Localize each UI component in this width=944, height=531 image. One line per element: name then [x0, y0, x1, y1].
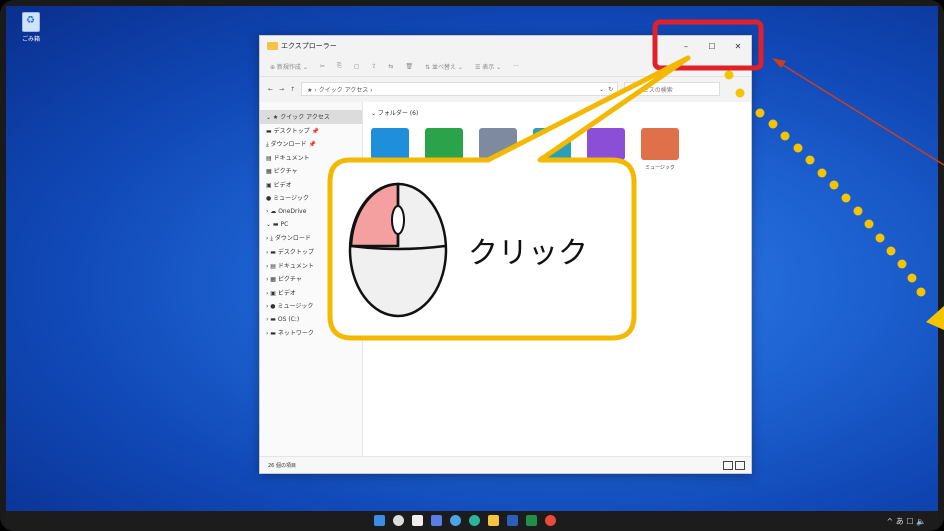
- title-bar[interactable]: エクスプローラー – ☐ ✕: [260, 36, 751, 56]
- command-button[interactable]: ▢: [354, 63, 360, 70]
- search-icon[interactable]: [393, 515, 404, 526]
- command-button[interactable]: ✂: [320, 63, 325, 70]
- nav-item[interactable]: › ▤ ドキュメント: [260, 259, 362, 273]
- minimize-button[interactable]: –: [673, 42, 699, 51]
- folder-tile[interactable]: [479, 128, 517, 160]
- chat-icon[interactable]: [450, 515, 461, 526]
- content-pane: ⌄ フォルダー (6) ミュージック: [363, 102, 751, 457]
- file-explorer-icon[interactable]: [488, 515, 499, 526]
- maximize-button[interactable]: ☐: [699, 42, 725, 51]
- search-input[interactable]: アクセスの検索: [624, 82, 721, 96]
- screen-frame: ごみ箱 エクスプローラー – ☐ ✕ ⊕ 新規作成 ⌄ ✂ ⎘ ▢ ⇪ ⇆ 🗑 ⇅ 並べ替え …: [0, 0, 944, 531]
- address-bar: ← → ↑ ★ › クイック アクセス › ⌄ ↻ アクセスの検索: [260, 77, 751, 101]
- task-view-icon[interactable]: [412, 515, 423, 526]
- nav-item[interactable]: ▤ ドキュメント: [260, 151, 362, 165]
- folders-group-header[interactable]: ⌄ フォルダー (6): [371, 108, 418, 117]
- close-button[interactable]: ✕: [725, 42, 751, 51]
- nav-item[interactable]: ⤓ ダウンロード 📌: [260, 137, 362, 151]
- details-view-icon[interactable]: [723, 460, 733, 470]
- address-dropdown[interactable]: ⌄: [599, 86, 604, 93]
- folder-label: ミュージック: [645, 165, 675, 171]
- callout-text: クリック: [468, 236, 588, 271]
- command-button[interactable]: ⊕ 新規作成 ⌄: [270, 62, 308, 71]
- nav-item[interactable]: ▬ デスクトップ 📌: [260, 124, 362, 138]
- edge-icon[interactable]: [469, 515, 480, 526]
- nav-item[interactable]: › ▦ ピクチャ: [260, 272, 362, 286]
- command-button[interactable]: ⇪: [371, 63, 376, 70]
- command-button[interactable]: ⎘: [337, 62, 342, 70]
- folder-icon: [267, 42, 278, 50]
- command-button[interactable]: ⇅ 並べ替え ⌄: [425, 62, 463, 71]
- up-button[interactable]: ↑: [290, 86, 295, 93]
- nav-item[interactable]: › ⤓ ダウンロード: [260, 232, 362, 246]
- nav-item[interactable]: › ▬ ネットワーク: [260, 326, 362, 340]
- folder-tile[interactable]: [533, 128, 571, 160]
- command-button[interactable]: 🗑: [405, 63, 413, 70]
- folder-tile[interactable]: [587, 128, 625, 160]
- taskbar: ^ あ ☐ 🔈: [6, 511, 938, 531]
- folder-tile[interactable]: [641, 128, 679, 160]
- search-placeholder: アクセスの検索: [631, 86, 673, 94]
- nav-item[interactable]: ⌄ ▬ PC: [260, 218, 362, 232]
- nav-item[interactable]: ▦ ピクチャ: [260, 164, 362, 178]
- nav-item[interactable]: › ● ミュージック: [260, 299, 362, 313]
- status-bar: 26 個の項目: [260, 456, 751, 473]
- system-tray[interactable]: ^ あ ☐ 🔈: [887, 516, 926, 527]
- item-count: 26 個の項目: [268, 462, 296, 469]
- command-button[interactable]: ☰ 表示 ⌄: [475, 62, 501, 71]
- nav-item[interactable]: › ▬ デスクトップ: [260, 245, 362, 259]
- command-button[interactable]: ···: [513, 63, 519, 70]
- recycle-bin-label: ごみ箱: [21, 36, 40, 43]
- refresh-button[interactable]: ↻: [608, 86, 613, 93]
- word-icon[interactable]: [507, 515, 518, 526]
- folder-tile[interactable]: [371, 128, 409, 160]
- app-icon[interactable]: [545, 515, 556, 526]
- widgets-icon[interactable]: [431, 515, 442, 526]
- nav-item[interactable]: › ▣ ビデオ: [260, 286, 362, 300]
- nav-item[interactable]: ▣ ビデオ: [260, 178, 362, 192]
- start-icon[interactable]: [374, 515, 385, 526]
- address-path[interactable]: ★ › クイック アクセス › ⌄ ↻: [301, 82, 619, 96]
- recycle-bin-icon[interactable]: ごみ箱: [16, 12, 46, 43]
- forward-button[interactable]: →: [279, 86, 284, 93]
- folder-tile[interactable]: [425, 128, 463, 160]
- navigation-pane: ⌄ ★ クイック アクセス ▬ デスクトップ 📌 ⤓ ダウンロード 📌 ▤ ドキ…: [260, 102, 363, 457]
- excel-icon[interactable]: [526, 515, 537, 526]
- nav-item[interactable]: › ▬ OS (C:): [260, 313, 362, 327]
- command-button[interactable]: ⇆: [388, 63, 393, 70]
- tiles-view-icon[interactable]: [735, 460, 745, 470]
- nav-item[interactable]: ● ミュージック: [260, 191, 362, 205]
- address-path-text: ★ › クイック アクセス ›: [307, 86, 373, 94]
- command-bar: ⊕ 新規作成 ⌄ ✂ ⎘ ▢ ⇪ ⇆ 🗑 ⇅ 並べ替え ⌄ ☰ 表示 ⌄ ···: [260, 56, 751, 77]
- nav-item[interactable]: › ☁ OneDrive: [260, 205, 362, 219]
- window-title: エクスプローラー: [281, 42, 337, 50]
- back-button[interactable]: ←: [268, 86, 273, 93]
- nav-item[interactable]: ⌄ ★ クイック アクセス: [260, 110, 362, 124]
